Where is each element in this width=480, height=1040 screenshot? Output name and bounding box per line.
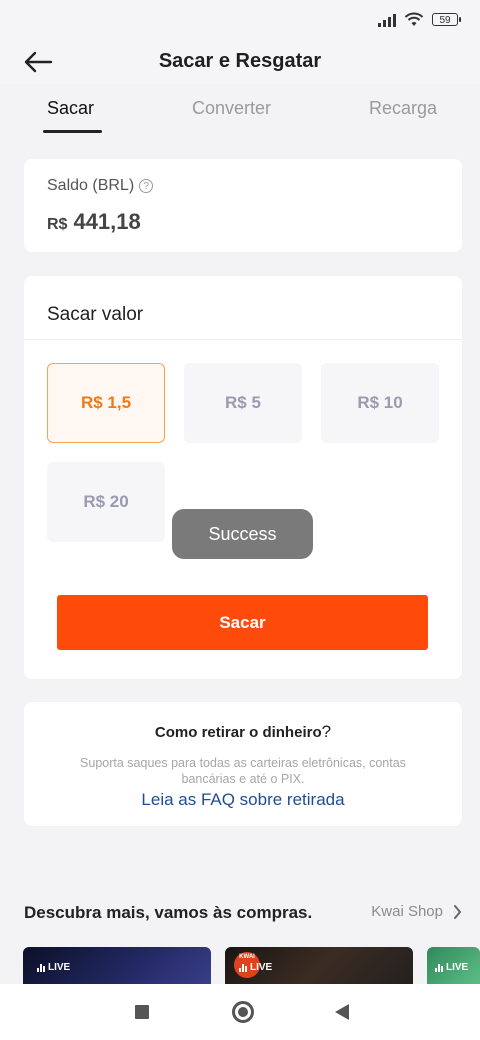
status-bar: 59	[0, 0, 480, 40]
recent-apps-button[interactable]	[135, 1005, 149, 1019]
tab-bar: Sacar Converter Recarga	[0, 88, 480, 140]
tab-converter[interactable]: Converter	[192, 98, 271, 119]
faq-title-suffix: ?	[321, 722, 332, 741]
discover-title: Descubra mais, vamos às compras.	[24, 903, 313, 922]
live-badge: LIVE	[37, 962, 70, 973]
home-button[interactable]	[232, 1001, 254, 1023]
amount-option-4[interactable]: R$ 20	[47, 462, 165, 542]
faq-description: Suporta saques para todas as carteiras e…	[80, 756, 406, 786]
faq-link[interactable]: Leia as FAQ sobre retirada	[24, 790, 462, 810]
app-header: Sacar e Resgatar	[0, 40, 480, 84]
withdraw-card: Sacar valor R$ 1,5 R$ 5 R$ 10 R$ 20 Saca…	[24, 276, 462, 679]
tab-recarga[interactable]: Recarga	[369, 98, 437, 119]
live-bars-icon	[435, 963, 443, 972]
signal-icon	[378, 13, 396, 27]
live-thumbnail-1[interactable]: LIVE	[23, 947, 211, 987]
balance-currency: R$	[47, 216, 68, 233]
tab-sacar[interactable]: Sacar	[47, 98, 94, 119]
live-thumbnail-2[interactable]: KWAI LIVE	[225, 947, 413, 987]
status-icons: 59	[378, 12, 461, 27]
amount-option-2[interactable]: R$ 5	[184, 363, 302, 443]
balance-card: Saldo (BRL) ? R$ 441,18	[24, 159, 462, 252]
active-tab-indicator	[43, 130, 102, 133]
page-title: Sacar e Resgatar	[158, 50, 322, 72]
chevron-right-icon	[454, 904, 462, 919]
faq-title: Como retirar o dinheiro?	[24, 722, 462, 742]
live-badge: LIVE	[239, 962, 272, 973]
withdraw-title: Sacar valor	[47, 304, 144, 325]
kwai-shop-link[interactable]: Kwai Shop	[371, 903, 462, 920]
faq-title-text: Como retirar o dinheiro	[154, 724, 322, 741]
help-icon[interactable]: ?	[139, 179, 154, 193]
balance-label-row: Saldo (BRL) ?	[47, 177, 154, 195]
success-toast: Success	[172, 509, 313, 559]
balance-label: Saldo (BRL)	[47, 177, 135, 194]
amount-option-3[interactable]: R$ 10	[321, 363, 439, 443]
divider	[24, 339, 462, 340]
kwai-shop-label: Kwai Shop	[371, 903, 443, 920]
faq-card: Como retirar o dinheiro? Suporta saques …	[24, 702, 462, 826]
battery-icon: 59	[432, 13, 461, 26]
system-back-button[interactable]	[335, 1004, 349, 1020]
live-bars-icon	[239, 963, 247, 972]
amount-option-1[interactable]: R$ 1,5	[47, 363, 165, 443]
live-bars-icon	[37, 963, 45, 972]
withdraw-button[interactable]: Sacar	[57, 595, 428, 650]
wifi-icon	[404, 12, 424, 26]
balance-value: 441,18	[73, 209, 141, 234]
live-thumbnail-3[interactable]: LIVE	[427, 947, 480, 987]
live-badge: LIVE	[435, 962, 468, 973]
system-nav-bar	[0, 984, 480, 1040]
balance-amount: R$ 441,18	[47, 209, 141, 235]
